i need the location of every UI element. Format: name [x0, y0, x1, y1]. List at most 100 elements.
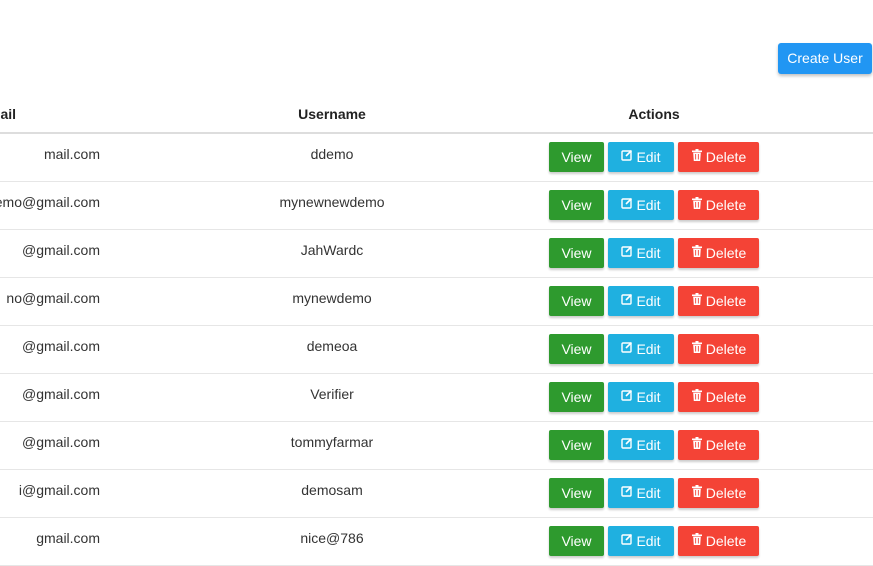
trash-icon — [691, 485, 703, 497]
edit-icon — [621, 245, 633, 257]
view-button-label: View — [561, 149, 592, 165]
edit-button[interactable]: Edit — [608, 286, 674, 316]
view-button-label: View — [561, 533, 592, 549]
delete-button-label: Delete — [705, 197, 747, 213]
edit-button[interactable]: Edit — [608, 238, 674, 268]
edit-button[interactable]: Edit — [608, 478, 674, 508]
table-row: @gmail.com Verifier View Edit Delete — [0, 374, 873, 422]
delete-button[interactable]: Delete — [678, 478, 759, 508]
view-button-label: View — [561, 197, 592, 213]
edit-button[interactable]: Edit — [608, 334, 674, 364]
trash-icon — [691, 293, 703, 305]
delete-button-label: Delete — [705, 293, 747, 309]
view-button-label: View — [561, 341, 592, 357]
edit-button-label: Edit — [636, 485, 661, 501]
edit-icon — [621, 197, 633, 209]
delete-button[interactable]: Delete — [678, 142, 759, 172]
delete-button-label: Delete — [705, 533, 747, 549]
table-row: @gmail.com demeoa View Edit Delete — [0, 326, 873, 374]
table-row: emo@gmail.com mynewnewdemo View Edit Del… — [0, 182, 873, 230]
trash-icon — [691, 245, 703, 257]
email-cell: mail.com — [43, 146, 100, 162]
email-cell: emo@gmail.com — [0, 194, 100, 210]
edit-icon — [621, 149, 633, 161]
trash-icon — [691, 389, 703, 401]
view-button[interactable]: View — [549, 334, 604, 364]
edit-button[interactable]: Edit — [608, 142, 674, 172]
table-row: gmail.com nice@786 View Edit Delete — [0, 518, 873, 566]
edit-icon — [621, 293, 633, 305]
delete-button-label: Delete — [705, 149, 747, 165]
delete-button[interactable]: Delete — [678, 526, 759, 556]
username-cell: JahWardc — [300, 242, 364, 258]
delete-button-label: Delete — [705, 341, 747, 357]
edit-button-label: Edit — [636, 197, 661, 213]
trash-icon — [691, 149, 703, 161]
delete-button-label: Delete — [705, 437, 747, 453]
view-button[interactable]: View — [549, 526, 604, 556]
edit-button-label: Edit — [636, 149, 661, 165]
username-cell: nice@786 — [300, 530, 364, 546]
view-button[interactable]: View — [549, 190, 604, 220]
view-button[interactable]: View — [549, 382, 604, 412]
delete-button[interactable]: Delete — [678, 286, 759, 316]
table-body: mail.com ddemo View Edit Delete emo@gmai… — [0, 134, 873, 566]
table-header: mail Username Actions — [0, 96, 873, 134]
edit-button[interactable]: Edit — [608, 430, 674, 460]
table-row: @gmail.com JahWardc View Edit Delete — [0, 230, 873, 278]
edit-button-label: Edit — [636, 533, 661, 549]
view-button-label: View — [561, 389, 592, 405]
edit-icon — [621, 437, 633, 449]
view-button[interactable]: View — [549, 238, 604, 268]
username-cell: demeoa — [306, 338, 358, 354]
edit-icon — [621, 485, 633, 497]
edit-button-label: Edit — [636, 389, 661, 405]
trash-icon — [691, 197, 703, 209]
edit-icon — [621, 533, 633, 545]
edit-icon — [621, 389, 633, 401]
users-page: Create User mail Username Actions mail.c… — [0, 0, 873, 566]
delete-button[interactable]: Delete — [678, 334, 759, 364]
delete-button[interactable]: Delete — [678, 382, 759, 412]
delete-button-label: Delete — [705, 389, 747, 405]
email-cell: gmail.com — [36, 530, 100, 546]
column-header-username: Username — [298, 106, 366, 122]
view-button-label: View — [561, 293, 592, 309]
trash-icon — [691, 437, 703, 449]
column-header-email: mail — [0, 106, 17, 122]
view-button[interactable]: View — [549, 430, 604, 460]
create-user-button[interactable]: Create User — [778, 43, 872, 74]
view-button-label: View — [561, 437, 592, 453]
email-cell: @gmail.com — [21, 338, 100, 354]
email-cell: @gmail.com — [21, 386, 100, 402]
email-cell: no@gmail.com — [6, 290, 100, 306]
email-cell: @gmail.com — [21, 242, 100, 258]
delete-button[interactable]: Delete — [678, 190, 759, 220]
edit-button[interactable]: Edit — [608, 382, 674, 412]
edit-button-label: Edit — [636, 293, 661, 309]
delete-button-label: Delete — [705, 245, 747, 261]
username-cell: demosam — [301, 482, 363, 498]
trash-icon — [691, 341, 703, 353]
table-row: mail.com ddemo View Edit Delete — [0, 134, 873, 182]
column-header-actions: Actions — [628, 106, 680, 122]
username-cell: mynewnewdemo — [279, 194, 385, 210]
users-table: mail Username Actions mail.com ddemo Vie… — [0, 96, 873, 566]
delete-button[interactable]: Delete — [678, 430, 759, 460]
email-cell: i@gmail.com — [18, 482, 100, 498]
view-button[interactable]: View — [549, 142, 604, 172]
table-row: @gmail.com tommyfarmar View Edit Delete — [0, 422, 873, 470]
username-cell: mynewdemo — [292, 290, 372, 306]
view-button[interactable]: View — [549, 478, 604, 508]
username-cell: Verifier — [310, 386, 354, 402]
username-cell: ddemo — [310, 146, 354, 162]
trash-icon — [691, 533, 703, 545]
view-button[interactable]: View — [549, 286, 604, 316]
edit-button-label: Edit — [636, 341, 661, 357]
view-button-label: View — [561, 245, 592, 261]
edit-button-label: Edit — [636, 245, 661, 261]
delete-button[interactable]: Delete — [678, 238, 759, 268]
delete-button-label: Delete — [705, 485, 747, 501]
edit-button[interactable]: Edit — [608, 526, 674, 556]
edit-button[interactable]: Edit — [608, 190, 674, 220]
